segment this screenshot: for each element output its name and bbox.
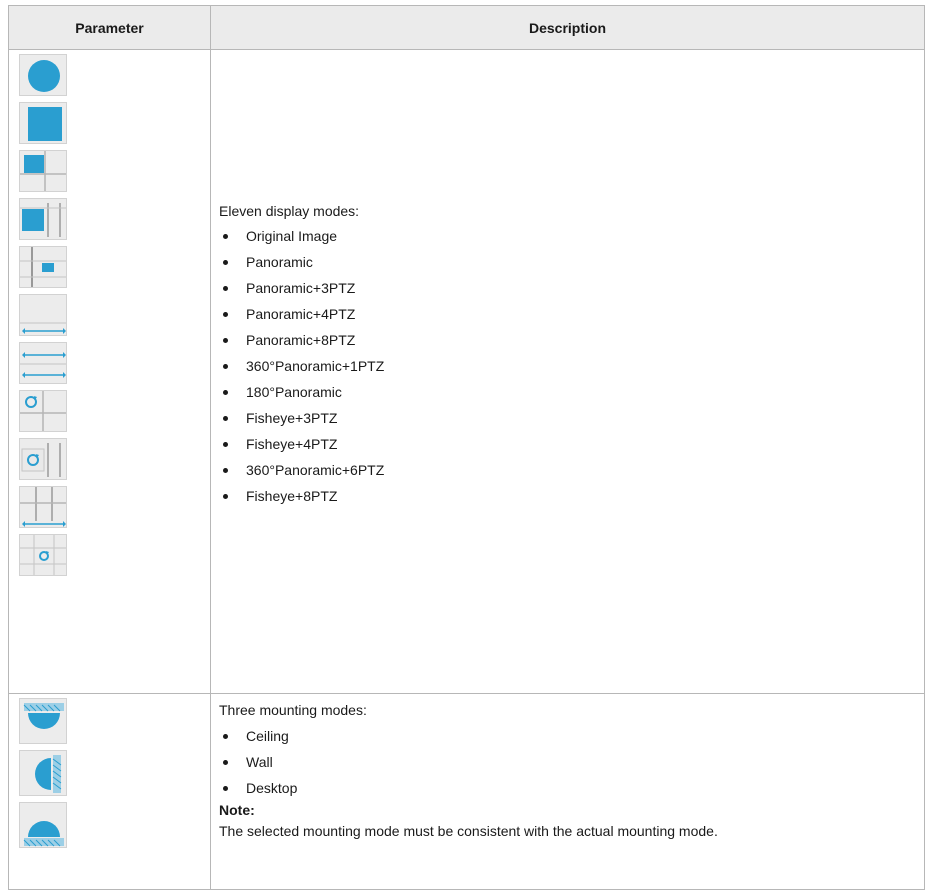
mounting-modes-row: Three mounting modes: Ceiling Wall Deskt… <box>8 693 925 890</box>
display-mode-item: Panoramic+4PTZ <box>219 307 384 333</box>
note-text: The selected mounting mode must be consi… <box>219 823 718 839</box>
display-modes-description: Eleven display modes: Original Image Pan… <box>219 204 384 515</box>
mounting-modes-description: Three mounting modes: Ceiling Wall Deskt… <box>219 703 718 838</box>
panoramic-360-1ptz-icon[interactable] <box>19 294 67 336</box>
display-mode-item: Original Image <box>219 229 384 255</box>
display-mode-item: 180°Panoramic <box>219 385 384 411</box>
display-mode-item: Panoramic+3PTZ <box>219 281 384 307</box>
panoramic-3ptz-icon[interactable] <box>19 150 67 192</box>
parameter-table: Parameter Description Eleven display mod… <box>8 5 925 890</box>
panoramic-4ptz-icon[interactable] <box>19 198 67 240</box>
display-modes-list: Original Image Panoramic Panoramic+3PTZ … <box>219 229 384 515</box>
mounting-modes-list: Ceiling Wall Desktop <box>219 729 718 803</box>
panoramic-8ptz-icon[interactable] <box>19 246 67 288</box>
mounting-mode-item: Wall <box>219 755 718 781</box>
display-mode-item: Panoramic <box>219 255 384 281</box>
display-modes-description-cell: Eleven display modes: Original Image Pan… <box>210 49 925 694</box>
mounting-mode-item: Ceiling <box>219 729 718 755</box>
note-title: Note: <box>219 802 255 818</box>
ceiling-mount-icon[interactable] <box>19 698 67 744</box>
display-modes-intro: Eleven display modes: <box>219 203 360 219</box>
header-row: Parameter Description <box>8 5 925 50</box>
fisheye-8ptz-icon[interactable] <box>19 534 67 576</box>
display-modes-row: Eleven display modes: Original Image Pan… <box>8 49 925 694</box>
display-mode-icons-cell <box>8 49 211 694</box>
display-mode-item: Fisheye+8PTZ <box>219 489 384 515</box>
display-mode-item: Fisheye+3PTZ <box>219 411 384 437</box>
display-mode-item: Fisheye+4PTZ <box>219 437 384 463</box>
display-mode-item: Panoramic+8PTZ <box>219 333 384 359</box>
display-mode-item: 360°Panoramic+1PTZ <box>219 359 384 385</box>
desktop-mount-icon[interactable] <box>19 802 67 848</box>
mounting-mode-item: Desktop <box>219 781 718 803</box>
panoramic-360-6ptz-icon[interactable] <box>19 486 67 528</box>
parameter-header: Parameter <box>8 5 211 50</box>
wall-mount-icon[interactable] <box>19 750 67 796</box>
original-image-icon[interactable] <box>19 54 67 96</box>
fisheye-3ptz-icon[interactable] <box>19 390 67 432</box>
panoramic-icon[interactable] <box>19 102 67 144</box>
mounting-modes-description-cell: Three mounting modes: Ceiling Wall Deskt… <box>210 693 925 890</box>
mounting-modes-intro: Three mounting modes: <box>219 702 367 718</box>
mounting-mode-icons-cell <box>8 693 211 890</box>
fisheye-4ptz-icon[interactable] <box>19 438 67 480</box>
display-mode-item: 360°Panoramic+6PTZ <box>219 463 384 489</box>
description-header: Description <box>210 5 925 50</box>
panoramic-180-icon[interactable] <box>19 342 67 384</box>
